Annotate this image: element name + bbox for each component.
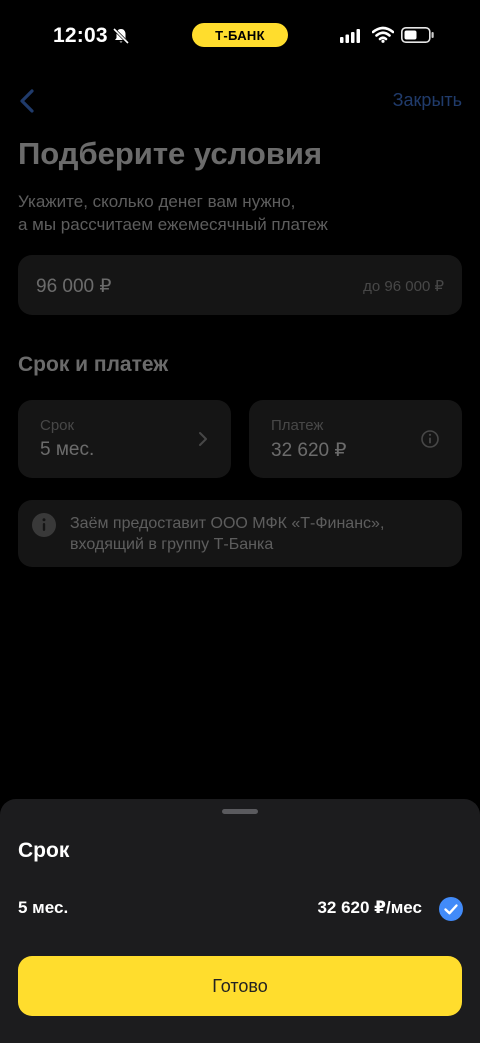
amount-value: 96 000 ₽ <box>36 276 112 297</box>
info-icon <box>32 513 56 537</box>
option-payment: 32 620 ₽/мес <box>317 898 422 917</box>
term-label: Срок <box>40 417 75 434</box>
close-link[interactable]: Закрыть <box>393 90 462 111</box>
battery-icon <box>401 27 434 43</box>
term-card[interactable]: Срок 5 мес. <box>18 400 231 478</box>
amount-field[interactable]: 96 000 ₽ до 96 000 ₽ <box>18 255 462 315</box>
lender-notice: Заём предоставит ООО МФК «Т-Финанс», вхо… <box>18 500 462 567</box>
check-circle-icon <box>439 897 463 921</box>
page-subtitle: Укажите, сколько денег вам нужно, а мы р… <box>18 192 328 234</box>
status-time: 12:03 <box>53 24 108 47</box>
bank-brand-badge: Т-БАНК <box>192 23 288 47</box>
status-bar: 12:03 Т-БАНК <box>0 0 480 70</box>
page-title: Подберите условия <box>18 136 323 171</box>
sheet-title: Срок <box>18 839 70 862</box>
amount-limit: до 96 000 ₽ <box>363 278 444 295</box>
wifi-icon <box>372 26 394 43</box>
signal-icon <box>340 29 360 43</box>
notice-text: Заём предоставит ООО МФК «Т-Финанс», вхо… <box>70 515 385 553</box>
chevron-right-icon <box>199 432 207 446</box>
payment-label: Платеж <box>271 417 324 434</box>
back-chevron-icon[interactable] <box>14 86 40 116</box>
payment-card: Платеж 32 620 ₽ <box>249 400 462 478</box>
info-icon[interactable] <box>420 429 440 449</box>
loan-conditions-page: Закрыть Подберите условия Укажите, сколь… <box>0 70 480 800</box>
term-value: 5 мес. <box>40 439 95 460</box>
sheet-drag-handle[interactable] <box>222 809 258 814</box>
term-bottom-sheet: Срок 5 мес. 32 620 ₽/мес Готово <box>0 799 480 1043</box>
section-title: Срок и платеж <box>18 353 169 376</box>
bell-off-icon <box>112 27 130 45</box>
payment-value: 32 620 ₽ <box>271 440 347 461</box>
term-option-row[interactable]: 5 мес. 32 620 ₽/мес <box>0 887 480 931</box>
done-button[interactable]: Готово <box>18 956 462 1016</box>
option-term: 5 мес. <box>18 898 69 917</box>
